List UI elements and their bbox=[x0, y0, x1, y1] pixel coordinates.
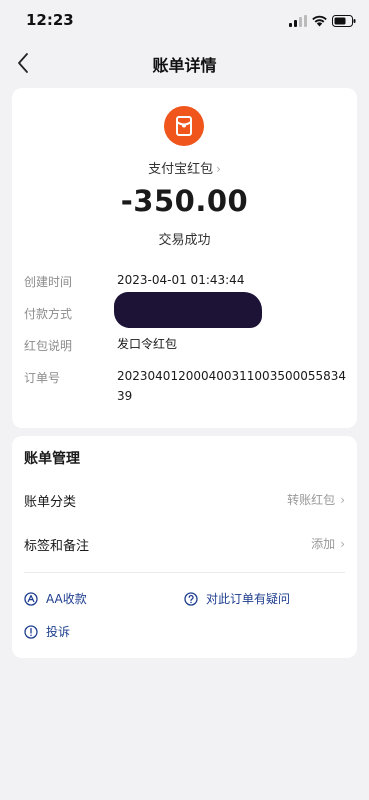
merchant-name: 支付宝红包 bbox=[148, 162, 214, 177]
order-number-label: 订单号 bbox=[24, 371, 61, 385]
order-question-label: 对此订单有疑问 bbox=[206, 592, 291, 606]
complain-label: 投诉 bbox=[46, 625, 71, 639]
tag-add-link[interactable]: 添加 › bbox=[311, 535, 345, 552]
bill-detail-card: 支付宝红包 › -350.00 交易成功 创建时间 2023-04-01 01:4… bbox=[12, 88, 357, 428]
category-label: 账单分类 bbox=[24, 495, 77, 510]
merchant-link[interactable]: 支付宝红包 › bbox=[12, 158, 357, 177]
complain-button[interactable]: 投诉 bbox=[24, 623, 70, 640]
divider bbox=[24, 572, 345, 573]
created-time-value: 2023-04-01 01:43:44 bbox=[117, 273, 245, 287]
chevron-right-icon: › bbox=[216, 162, 221, 176]
aa-collect-label: AA收款 bbox=[46, 592, 87, 606]
nav-bar: 账单详情 bbox=[0, 44, 369, 82]
aa-icon bbox=[24, 591, 38, 606]
red-envelope-note-value: 发口令红包 bbox=[117, 337, 178, 351]
created-time-label: 创建时间 bbox=[24, 275, 73, 289]
battery-icon bbox=[332, 15, 356, 27]
bill-manage-card: 账单管理 账单分类 转账红包 › 标签和备注 添加 › AA收款 对此订单有疑问 投… bbox=[12, 436, 357, 658]
question-icon bbox=[184, 591, 198, 606]
red-envelope-icon bbox=[164, 106, 204, 146]
status-time: 12:23 bbox=[26, 11, 74, 29]
wifi-icon bbox=[312, 15, 327, 27]
transaction-amount: -350.00 bbox=[120, 184, 249, 218]
chevron-right-icon: › bbox=[340, 537, 345, 551]
order-question-button[interactable]: 对此订单有疑问 bbox=[184, 590, 290, 607]
tag-add-value: 添加 bbox=[311, 537, 336, 551]
redacted-payment-method bbox=[114, 292, 262, 328]
order-number-value[interactable]: 20230401200040031100350005583439 bbox=[117, 366, 347, 406]
category-value: 转账红包 bbox=[287, 493, 336, 507]
tag-note-label: 标签和备注 bbox=[24, 539, 90, 554]
signal-icon bbox=[289, 15, 307, 27]
red-envelope-note-label: 红包说明 bbox=[24, 339, 73, 353]
chevron-right-icon: › bbox=[340, 493, 345, 507]
page-title: 账单详情 bbox=[152, 56, 217, 75]
manage-section-title: 账单管理 bbox=[24, 451, 80, 467]
transaction-status: 交易成功 bbox=[158, 233, 211, 248]
status-bar: 12:23 bbox=[0, 0, 369, 44]
payment-method-label: 付款方式 bbox=[24, 307, 73, 321]
aa-collect-button[interactable]: AA收款 bbox=[24, 590, 87, 607]
category-value-link[interactable]: 转账红包 › bbox=[287, 491, 345, 508]
alert-icon bbox=[24, 624, 38, 639]
